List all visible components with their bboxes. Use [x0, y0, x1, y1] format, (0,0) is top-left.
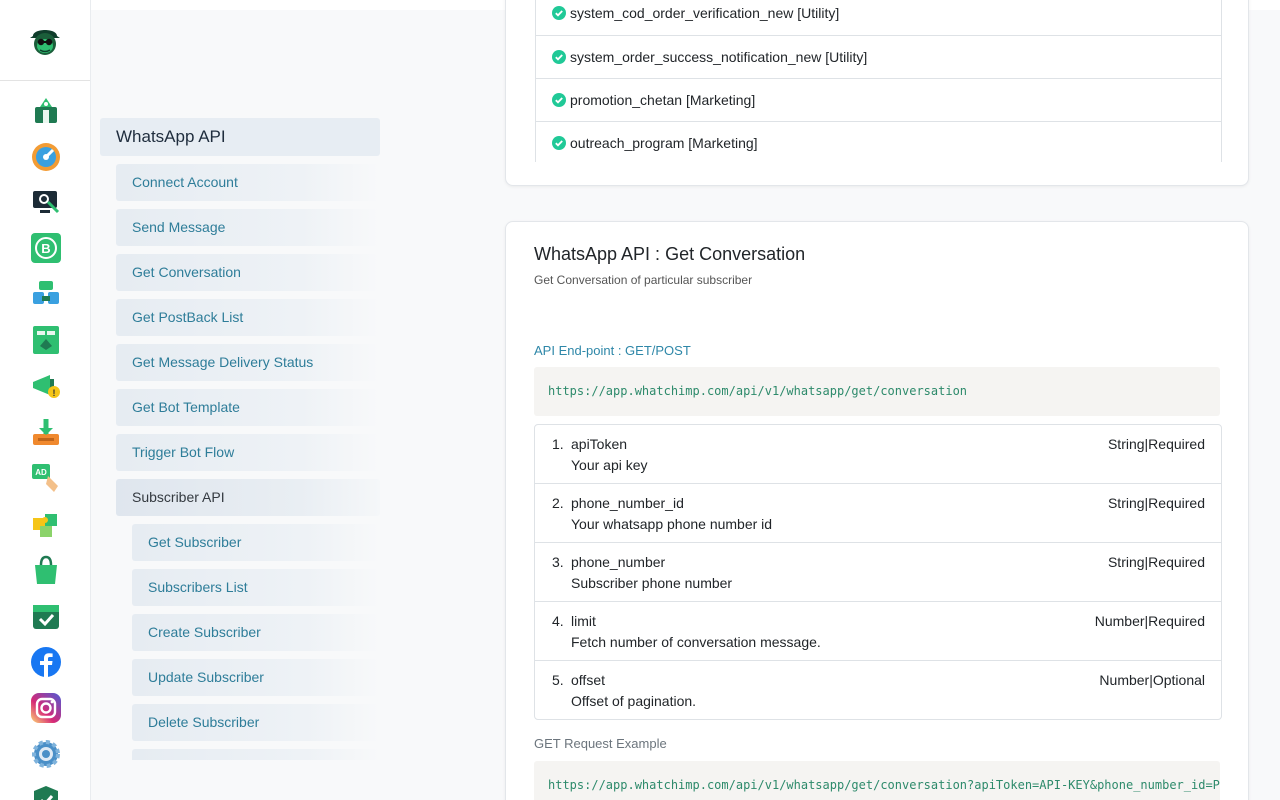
- check-circle-icon: [552, 93, 566, 107]
- endpoint-label: API End-point : GET/POST: [534, 343, 691, 358]
- parameter-row: 4. limit Fetch number of conversation me…: [535, 602, 1221, 661]
- nav-item-get-postback-list[interactable]: Get PostBack List: [116, 299, 380, 336]
- nav-item-connect-account[interactable]: Connect Account: [116, 164, 380, 201]
- request-example-label: GET Request Example: [534, 736, 667, 751]
- template-name: promotion_chetan [Marketing]: [570, 92, 756, 108]
- param-number: 5.: [552, 672, 564, 688]
- param-name: apiToken: [571, 436, 628, 452]
- parameter-list: 1. apiToken Your api key String|Required…: [534, 424, 1222, 720]
- template-row: system_cod_order_verification_new [Utili…: [536, 0, 1221, 36]
- param-description: Offset of pagination.: [571, 693, 697, 709]
- chatbot-icon[interactable]: [30, 278, 62, 310]
- template-list[interactable]: system_cod_order_verification_new [Utili…: [535, 0, 1222, 162]
- parameter-row: 3. phone_number Subscriber phone number …: [535, 543, 1221, 602]
- nav-subitem-subscribers-list[interactable]: Subscribers List: [132, 569, 380, 606]
- rocket-icon[interactable]: [30, 95, 62, 127]
- settings-gear-icon[interactable]: [30, 738, 62, 770]
- section-subtitle: Get Conversation of particular subscribe…: [534, 273, 753, 287]
- bot-template-card: system_cod_order_verification_new [Utili…: [505, 0, 1249, 186]
- svg-text:AD: AD: [35, 468, 47, 477]
- template-row: outreach_program [Marketing]: [536, 122, 1221, 162]
- get-conversation-card: WhatsApp API : Get Conversation Get Conv…: [505, 221, 1249, 800]
- megaphone-icon[interactable]: !: [30, 370, 62, 402]
- dashboard-gauge-icon[interactable]: [30, 141, 62, 173]
- nav-item-get-conversation[interactable]: Get Conversation: [116, 254, 380, 291]
- template-row: promotion_chetan [Marketing]: [536, 79, 1221, 122]
- request-example-code[interactable]: https://app.whatchimp.com/api/v1/whatsap…: [534, 761, 1220, 800]
- shield-icon[interactable]: [30, 784, 62, 800]
- ad-touch-icon[interactable]: AD: [30, 462, 62, 494]
- param-type: String|Required: [1107, 495, 1205, 511]
- nav-subitem-create-subscriber[interactable]: Create Subscriber: [132, 614, 380, 651]
- nav-subitem-delete-subscriber[interactable]: Delete Subscriber: [132, 704, 380, 741]
- param-number: 3.: [552, 554, 564, 570]
- app-sidebar: B ! AD: [0, 0, 91, 800]
- nav-item-trigger-bot-flow[interactable]: Trigger Bot Flow: [116, 434, 380, 471]
- monitor-search-icon[interactable]: [30, 186, 62, 218]
- param-name: phone_number: [571, 554, 666, 570]
- logo-area: [0, 0, 90, 81]
- nav-item-subscriber-api[interactable]: Subscriber API: [116, 479, 380, 516]
- param-description: Subscriber phone number: [571, 575, 733, 591]
- param-type: String|Required: [1107, 554, 1205, 570]
- nav-subitem-next[interactable]: [132, 749, 380, 760]
- param-type: Number|Required: [1094, 613, 1205, 629]
- svg-text:!: !: [53, 388, 56, 398]
- nav-subitem-get-subscriber[interactable]: Get Subscriber: [132, 524, 380, 561]
- param-description: Your whatsapp phone number id: [571, 516, 773, 532]
- nav-subitem-update-subscriber[interactable]: Update Subscriber: [132, 659, 380, 696]
- whatsapp-business-icon[interactable]: B: [30, 232, 62, 264]
- param-description: Fetch number of conversation message.: [571, 634, 821, 650]
- check-circle-icon: [552, 50, 566, 64]
- api-docs-nav: WhatsApp API Connect Account Send Messag…: [100, 118, 380, 760]
- parameter-row: 1. apiToken Your api key String|Required: [535, 425, 1221, 484]
- template-name: system_order_success_notification_new [U…: [570, 49, 868, 65]
- check-circle-icon: [552, 6, 566, 20]
- param-type: Number|Optional: [1099, 672, 1205, 688]
- puzzle-icon[interactable]: [30, 508, 62, 540]
- nav-item-get-bot-template[interactable]: Get Bot Template: [116, 389, 380, 426]
- nav-section-whatsapp-api[interactable]: WhatsApp API: [100, 118, 380, 156]
- param-name: offset: [571, 672, 605, 688]
- parameter-row: 5. offset Offset of pagination. Number|O…: [535, 661, 1221, 719]
- parameter-row: 2. phone_number_id Your whatsapp phone n…: [535, 484, 1221, 543]
- whatchimp-logo-icon[interactable]: [27, 22, 63, 58]
- instagram-icon[interactable]: [30, 692, 62, 724]
- shopping-bag-icon[interactable]: [30, 554, 62, 586]
- calendar-check-icon[interactable]: [30, 600, 62, 632]
- param-description: Your api key: [571, 457, 648, 473]
- check-circle-icon: [552, 136, 566, 150]
- template-name: system_cod_order_verification_new [Utili…: [570, 5, 840, 21]
- download-tray-icon[interactable]: [30, 416, 62, 448]
- facebook-icon[interactable]: [30, 646, 62, 678]
- param-number: 1.: [552, 436, 564, 452]
- section-title: WhatsApp API : Get Conversation: [534, 244, 806, 264]
- endpoint-url-code[interactable]: https://app.whatchimp.com/api/v1/whatsap…: [534, 367, 1220, 416]
- param-number: 4.: [552, 613, 564, 629]
- param-number: 2.: [552, 495, 564, 511]
- param-name: phone_number_id: [571, 495, 684, 511]
- nav-item-get-message-delivery-status[interactable]: Get Message Delivery Status: [116, 344, 380, 381]
- template-name: outreach_program [Marketing]: [570, 135, 758, 151]
- param-name: limit: [571, 613, 596, 629]
- svg-text:B: B: [41, 241, 50, 256]
- param-type: String|Required: [1107, 436, 1205, 452]
- spreadsheet-icon[interactable]: [30, 324, 62, 356]
- nav-item-send-message[interactable]: Send Message: [116, 209, 380, 246]
- template-row: system_order_success_notification_new [U…: [536, 36, 1221, 79]
